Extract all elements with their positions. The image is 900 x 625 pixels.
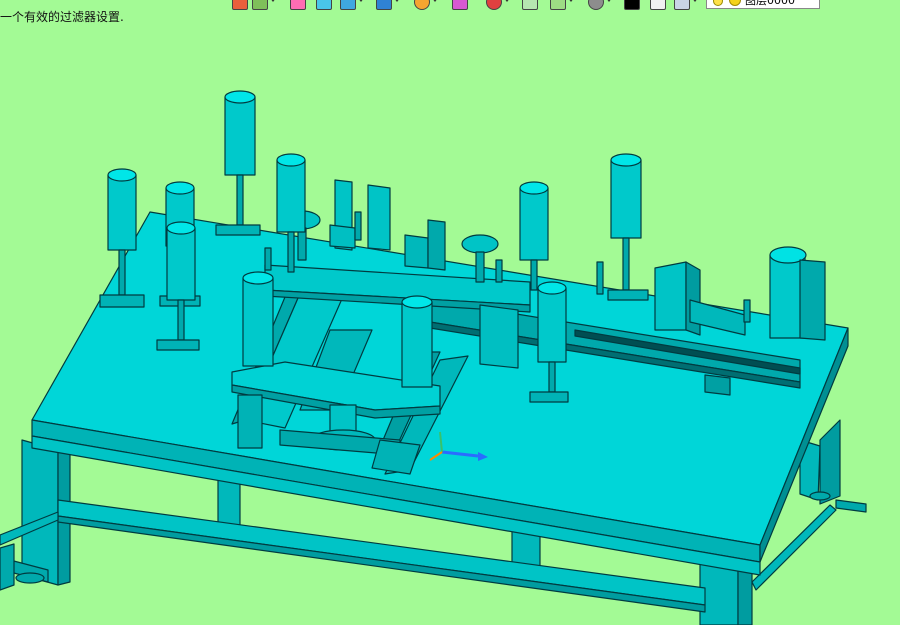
cad-viewport[interactable]: [0, 0, 900, 625]
